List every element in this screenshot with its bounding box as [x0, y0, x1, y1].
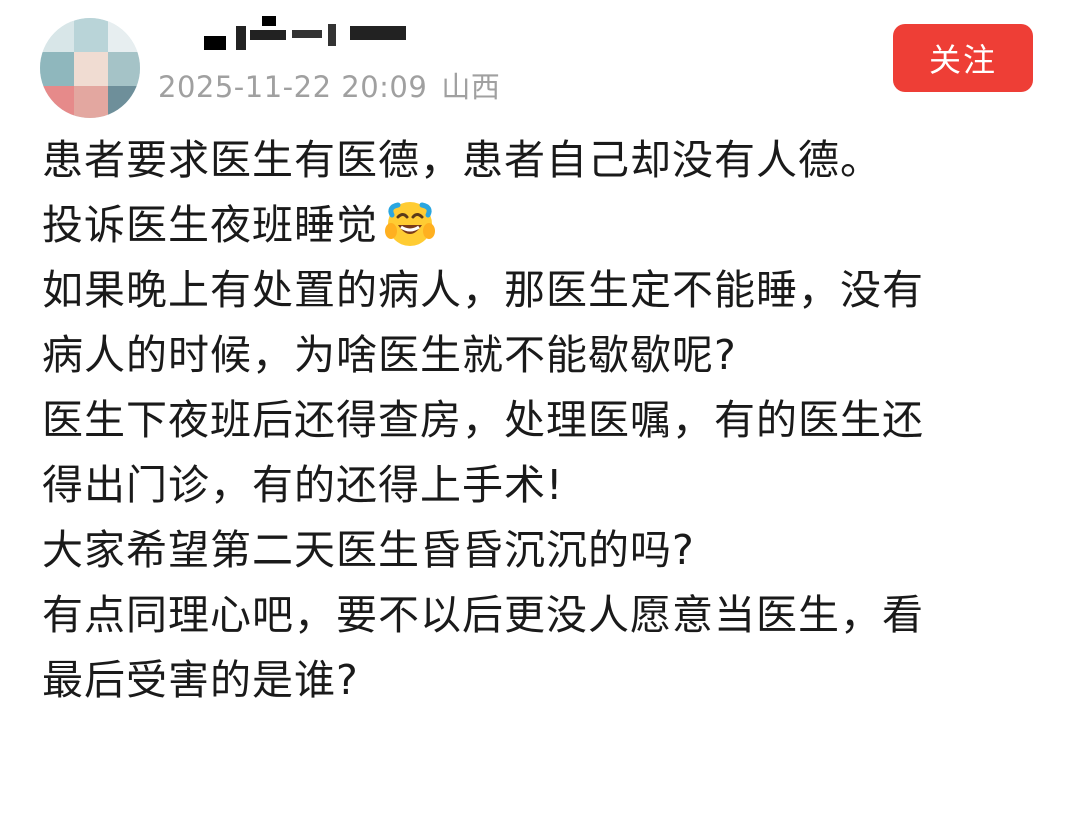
content-line: 如果晚上有处置的病人，那医生定不能睡，没有	[42, 266, 924, 314]
content-line: 得出门诊，有的还得上手术!	[42, 461, 564, 509]
username-redacted[interactable]	[200, 16, 420, 56]
content-line: 患者要求医生有医德，患者自己却没有人德。	[42, 136, 882, 184]
content-line: 大家希望第二天医生昏昏沉沉的吗?	[42, 526, 695, 574]
content-line: 病人的时候，为啥医生就不能歇歇呢?	[42, 331, 737, 379]
follow-button[interactable]: 关注	[893, 24, 1033, 92]
content-line: 有点同理心吧，要不以后更没人愿意当医生，看	[42, 591, 924, 639]
post-timestamp: 2025-11-22 20:09	[158, 70, 428, 104]
content-line-text: 投诉医生夜班睡觉	[42, 201, 378, 249]
user-avatar[interactable]	[40, 18, 140, 118]
content-line-with-emoji: 投诉医生夜班睡觉	[42, 193, 1042, 258]
content-line: 医生下夜班后还得查房，处理医嘱，有的医生还	[42, 396, 924, 444]
post-meta: 2025-11-22 20:09 山西	[158, 64, 500, 104]
post-content: 患者要求医生有医德，患者自己却没有人德。 投诉医生夜班睡觉 如果晚上有处置的病人…	[42, 128, 1042, 713]
laughing-crying-emoji-icon	[384, 197, 436, 249]
post-location: 山西	[441, 70, 501, 104]
content-line: 最后受害的是谁?	[42, 656, 359, 704]
